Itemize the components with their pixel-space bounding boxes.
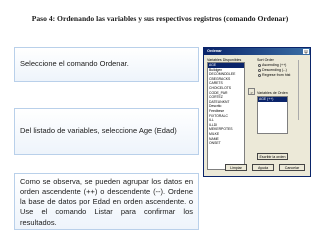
regrese-radio[interactable]: Regrese from hist — [258, 73, 290, 77]
limpiar-button[interactable]: Limpiar — [225, 164, 247, 171]
dialog-titlebar: Ordenar — [204, 48, 310, 55]
list-item[interactable]: AGE (++) — [258, 97, 287, 102]
sort-order-label: Sort Order — [257, 58, 274, 62]
step-1-text: Seleccione el comando Ordenar. — [20, 59, 129, 69]
page-title: Paso 4: Ordenando las variables y sus re… — [31, 14, 289, 23]
add-to-sort-button[interactable]: > — [248, 88, 255, 95]
list-item[interactable]: ONSET — [208, 141, 244, 146]
close-icon[interactable]: × — [303, 49, 309, 55]
radio-label: Descending (--) — [262, 68, 287, 72]
descending-radio[interactable]: Descending (--) — [258, 68, 287, 72]
step-3-text: Como se observa, se pueden agrupar los d… — [20, 177, 193, 227]
radio-icon — [258, 63, 261, 67]
dialog-title: Ordenar — [207, 49, 222, 53]
radio-label: Regrese from hist — [262, 73, 291, 77]
radio-label: Ascending (++) — [262, 63, 287, 67]
radio-icon — [258, 68, 261, 72]
step-2-box: Del listado de variables, seleccione Age… — [14, 108, 199, 155]
ayuda-button[interactable]: Ayuda — [252, 164, 274, 171]
cancelar-button[interactable]: Cancelar — [279, 164, 305, 171]
variables-listbox[interactable]: AGE Buildgen DECOMNDDLEE CBEGRACKS CARET… — [207, 62, 245, 170]
step-3-box: Como se observa, se pueden agrupar los d… — [14, 173, 199, 230]
ordenar-dialog: Ordenar × Variables Disponibles Sort Ord… — [203, 47, 311, 177]
listar-button[interactable]: Escribir la orden — [257, 153, 288, 160]
radio-icon — [258, 73, 261, 77]
step-1-box: Seleccione el comando Ordenar. — [14, 47, 199, 82]
step-2-text: Del listado de variables, seleccione Age… — [20, 126, 177, 136]
divider — [298, 60, 308, 120]
ascending-radio[interactable]: Ascending (++) — [258, 63, 286, 67]
sort-variables-label: Variables de Orden — [257, 91, 288, 95]
sort-variables-listbox[interactable]: AGE (++) — [257, 96, 288, 134]
